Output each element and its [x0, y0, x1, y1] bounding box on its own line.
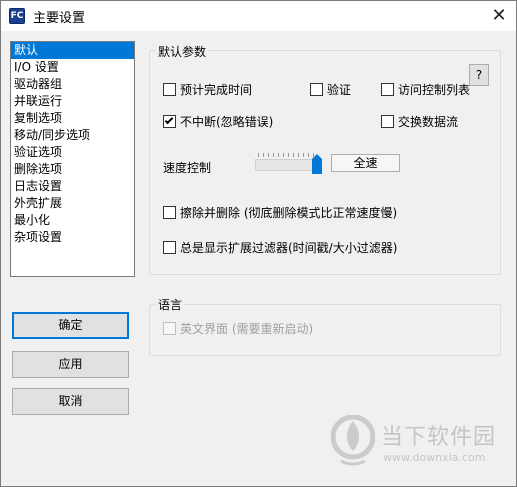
list-item[interactable]: 默认 — [11, 42, 134, 59]
checkbox-box — [163, 241, 176, 254]
acl-checkbox[interactable]: 访问控制列表 — [381, 82, 470, 98]
list-item[interactable]: 日志设置 — [11, 178, 134, 195]
checkbox-box — [163, 83, 176, 96]
checkbox-label: 预计完成时间 — [180, 83, 253, 97]
checkbox-box — [163, 206, 176, 219]
checkbox-label: 擦除并删除 (彻底删除模式比正常速度慢) — [180, 206, 398, 220]
list-item[interactable]: 验证选项 — [11, 144, 134, 161]
wipe-delete-checkbox[interactable]: 擦除并删除 (彻底删除模式比正常速度慢) — [163, 205, 397, 221]
checkbox-box — [163, 115, 176, 128]
checkmark-icon — [164, 115, 174, 125]
watermark-logo-icon — [331, 415, 375, 466]
close-button[interactable]: ✕ — [486, 3, 512, 29]
list-item[interactable]: 复制选项 — [11, 110, 134, 127]
list-item[interactable]: 并联运行 — [11, 93, 134, 110]
verify-checkbox[interactable]: 验证 — [310, 82, 351, 98]
checkbox-label: 不中断(忽略错误) — [180, 115, 274, 129]
list-item[interactable]: 杂项设置 — [11, 229, 134, 246]
list-item[interactable]: 移动/同步选项 — [11, 127, 134, 144]
speed-value: 全速 — [331, 154, 400, 172]
slider-thumb[interactable] — [312, 154, 322, 174]
title-bar: FC 主要设置 ✕ — [1, 1, 516, 31]
checkbox-box — [381, 115, 394, 128]
speed-label: 速度控制 — [163, 161, 212, 175]
checkbox-box — [381, 83, 394, 96]
show-filter-checkbox[interactable]: 总是显示扩展过滤器(时间戳/大小过滤器) — [163, 240, 397, 256]
watermark-url: www.downxia.com — [383, 451, 486, 464]
watermark: 当下软件园 www.downxia.com — [331, 415, 501, 475]
list-item[interactable]: 最小化 — [11, 212, 134, 229]
estimate-time-checkbox[interactable]: 预计完成时间 — [163, 82, 252, 98]
checkbox-label: 英文界面 (需要重新启动) — [180, 322, 314, 336]
list-item[interactable]: 外壳扩展 — [11, 195, 134, 212]
checkbox-label: 验证 — [327, 83, 352, 97]
ok-button[interactable]: 确定 — [12, 312, 129, 339]
checkbox-box — [310, 83, 323, 96]
slider-track — [255, 159, 319, 171]
settings-dialog: FC 主要设置 ✕ 默认 I/O 设置 驱动器组 并联运行 复制选项 移动/同步… — [0, 0, 517, 487]
checkbox-box — [163, 322, 176, 335]
category-list[interactable]: 默认 I/O 设置 驱动器组 并联运行 复制选项 移动/同步选项 验证选项 删除… — [10, 41, 135, 277]
checkbox-label: 总是显示扩展过滤器(时间戳/大小过滤器) — [180, 241, 398, 255]
defaults-group-label: 默认参数 — [156, 43, 209, 60]
speed-slider[interactable] — [255, 151, 323, 175]
apply-button[interactable]: 应用 — [12, 351, 129, 378]
help-button[interactable]: ? — [469, 64, 489, 86]
english-ui-checkbox[interactable]: 英文界面 (需要重新启动) — [163, 321, 313, 337]
window-title: 主要设置 — [33, 11, 86, 26]
list-item[interactable]: 删除选项 — [11, 161, 134, 178]
no-interrupt-checkbox[interactable]: 不中断(忽略错误) — [163, 114, 273, 130]
checkbox-label: 访问控制列表 — [398, 83, 471, 97]
language-group-label: 语言 — [156, 296, 185, 313]
watermark-name: 当下软件园 — [381, 425, 497, 450]
checkbox-label: 交换数据流 — [398, 115, 459, 129]
slider-ticks — [258, 153, 318, 157]
list-item[interactable]: I/O 设置 — [11, 59, 134, 76]
app-icon: FC — [9, 8, 25, 24]
streams-checkbox[interactable]: 交换数据流 — [381, 114, 458, 130]
cancel-button[interactable]: 取消 — [12, 388, 129, 415]
list-item[interactable]: 驱动器组 — [11, 76, 134, 93]
